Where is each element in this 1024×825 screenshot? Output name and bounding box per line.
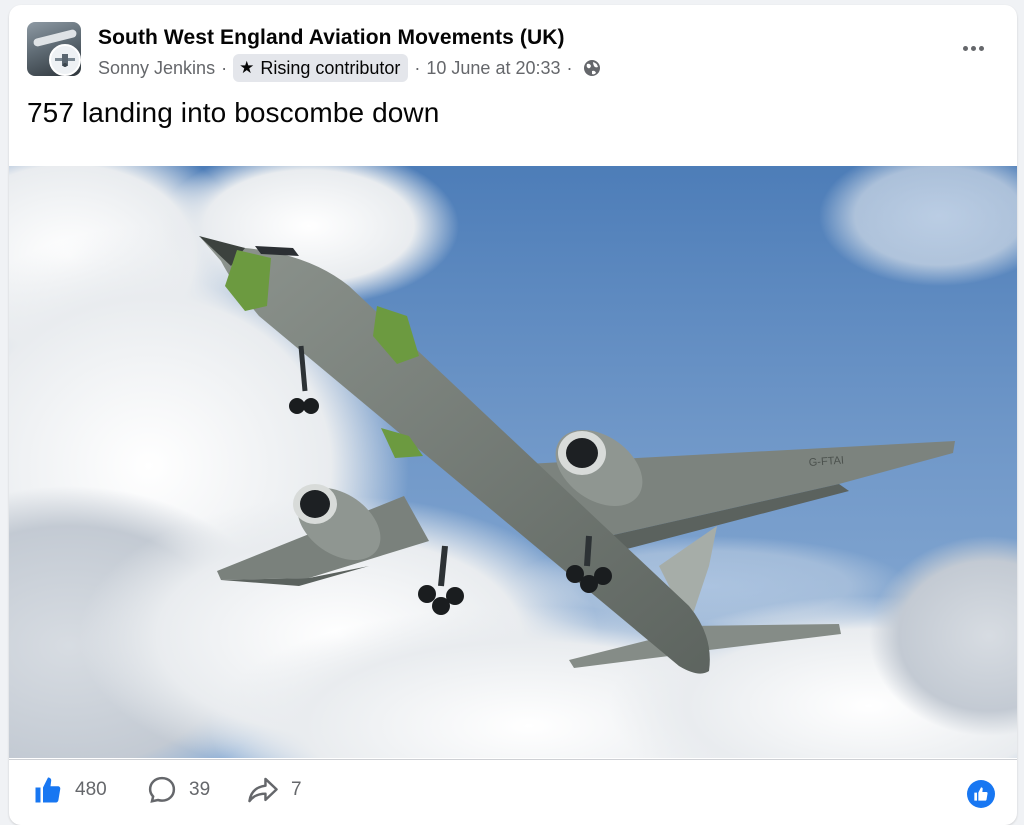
like-count: 480 — [75, 779, 107, 800]
separator-dot: · — [566, 57, 573, 78]
like-icon — [35, 777, 61, 803]
post-meta: Sonny Jenkins · ★ Rising contributor · 1… — [98, 54, 601, 82]
post-card: South West England Aviation Movements (U… — [9, 5, 1017, 825]
share-button[interactable]: 7 — [247, 760, 302, 820]
like-reaction-icon[interactable] — [967, 780, 995, 808]
aircraft-photo: G-FTAI — [9, 166, 1017, 758]
separator-dot: · — [221, 57, 228, 78]
share-icon — [248, 777, 278, 803]
globe-icon[interactable] — [583, 59, 601, 77]
post-photo[interactable]: G-FTAI — [9, 166, 1017, 758]
share-count: 7 — [291, 779, 302, 800]
post-timestamp-link[interactable]: 10 June at 20:33 — [426, 58, 560, 79]
post-actions-bar: 480 39 7 — [9, 759, 1017, 820]
group-avatar[interactable] — [27, 22, 81, 76]
comment-icon — [148, 776, 176, 803]
group-name-link[interactable]: South West England Aviation Movements (U… — [98, 26, 565, 50]
comment-count: 39 — [189, 779, 211, 800]
author-name-link[interactable]: Sonny Jenkins — [98, 58, 215, 79]
aircraft-registration: G-FTAI — [808, 455, 844, 469]
like-button[interactable]: 480 — [33, 760, 107, 820]
comment-button[interactable]: 39 — [147, 760, 210, 820]
author-avatar[interactable] — [49, 44, 81, 76]
star-icon: ★ — [239, 58, 255, 77]
badge-label: Rising contributor — [260, 57, 401, 78]
post-text: 757 landing into boscombe down — [27, 97, 440, 128]
separator-dot: · — [414, 57, 421, 78]
more-options-button[interactable] — [957, 35, 989, 61]
contributor-badge[interactable]: ★ Rising contributor — [233, 54, 409, 82]
